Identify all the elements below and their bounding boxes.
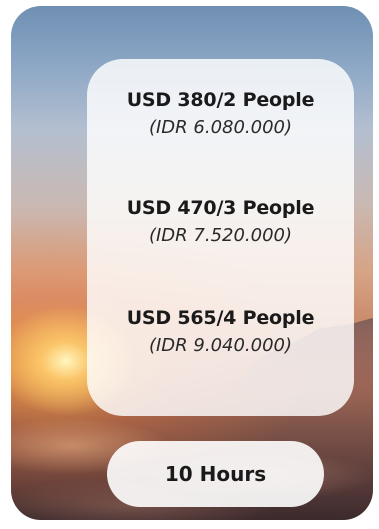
price-idr: (IDR 6.080.000) xyxy=(148,117,293,138)
price-usd: USD 565/4 People xyxy=(126,307,315,329)
price-option-2-people: USD 380/2 People (IDR 6.080.000) xyxy=(87,87,354,141)
background-card: USD 380/2 People (IDR 6.080.000) USD 470… xyxy=(11,6,373,520)
duration-badge: 10 Hours xyxy=(107,441,324,507)
price-idr: (IDR 7.520.000) xyxy=(148,225,293,246)
price-option-3-people: USD 470/3 People (IDR 7.520.000) xyxy=(87,195,354,249)
price-usd: USD 470/3 People xyxy=(126,197,315,219)
price-option-4-people: USD 565/4 People (IDR 9.040.000) xyxy=(87,305,354,359)
price-panel: USD 380/2 People (IDR 6.080.000) USD 470… xyxy=(87,59,354,416)
price-usd: USD 380/2 People xyxy=(126,89,315,111)
price-idr: (IDR 9.040.000) xyxy=(148,335,293,356)
